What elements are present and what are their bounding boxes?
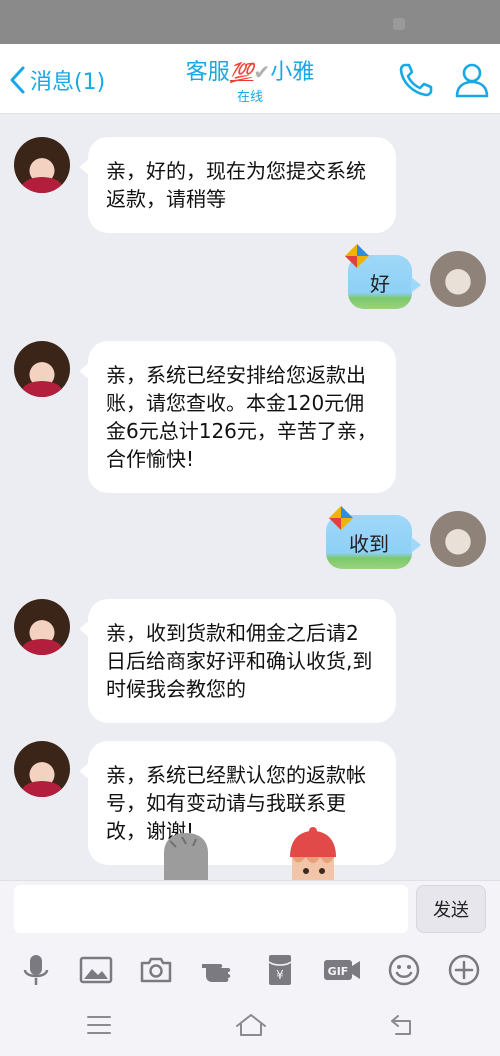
agent-avatar[interactable] [14,599,70,655]
chevron-left-icon [10,66,25,94]
gif-icon[interactable]: GIF [322,952,362,988]
mascot-sticker [290,827,336,881]
chat-title[interactable]: 客服💯✔小雅 在线 [150,54,350,105]
agent-avatar[interactable] [14,741,70,797]
back-label: 消息(1) [30,70,106,95]
back-icon[interactable] [388,1012,418,1038]
user-avatar[interactable] [430,511,486,567]
mascot-sticker [164,833,208,881]
contact-icon[interactable] [452,60,492,100]
composer-bar: 发送 [0,880,500,944]
title-name: 小雅 [270,60,315,85]
status-indicator [393,18,405,30]
message-text: 收到 [349,531,389,556]
online-status: 在线 [236,90,263,105]
kite-icon [329,506,353,530]
chat-area[interactable]: 亲，好的，现在为您提交系统返款，请稍等 好 亲，系统已经安排给您返款出账，请您查… [0,115,500,881]
system-navigation-bar [0,996,500,1056]
menu-icon[interactable] [84,1012,114,1038]
gif-label: GIF [328,965,349,978]
microphone-icon[interactable] [18,952,54,988]
hundred-points-icon: 💯 [229,62,254,84]
plus-icon[interactable] [446,952,482,988]
back-button[interactable]: 消息(1) [8,64,105,96]
yuan-glyph: ¥ [276,968,284,982]
message-bubble[interactable]: 亲，好的，现在为您提交系统返款，请稍等 [79,137,396,233]
agent-avatar[interactable] [14,341,70,397]
agent-avatar[interactable] [14,137,70,193]
phone-icon[interactable] [396,60,436,100]
red-envelope-icon[interactable]: ¥ [262,952,298,988]
camera-icon[interactable] [138,952,174,988]
check-mark-icon: ✔ [253,60,271,84]
kite-icon [345,244,369,268]
chat-header: 消息(1) 客服💯✔小雅 在线 [0,44,500,114]
title-prefix: 客服 [185,60,230,85]
image-icon[interactable] [78,952,114,988]
status-bar [0,0,500,44]
send-button[interactable]: 发送 [416,885,486,933]
message-bubble[interactable]: 亲，系统已经默认您的返款帐号，如有变动请与我联系更改，谢谢! [79,741,396,865]
input-toolbar: ¥ GIF [0,944,500,996]
home-icon[interactable] [234,1012,268,1038]
emoji-icon[interactable] [386,952,422,988]
message-bubble[interactable]: 亲，系统已经安排给您返款出账，请您查收。本金120元佣金6元总计126元，辛苦了… [79,341,396,493]
message-input[interactable] [14,885,408,933]
message-bubble[interactable]: 亲，收到货款和佣金之后请2日后给商家好评和确认收货,到时候我会教您的 [79,599,396,723]
pointing-hand-icon[interactable] [200,952,236,988]
message-text: 好 [370,271,390,296]
user-avatar[interactable] [430,251,486,307]
